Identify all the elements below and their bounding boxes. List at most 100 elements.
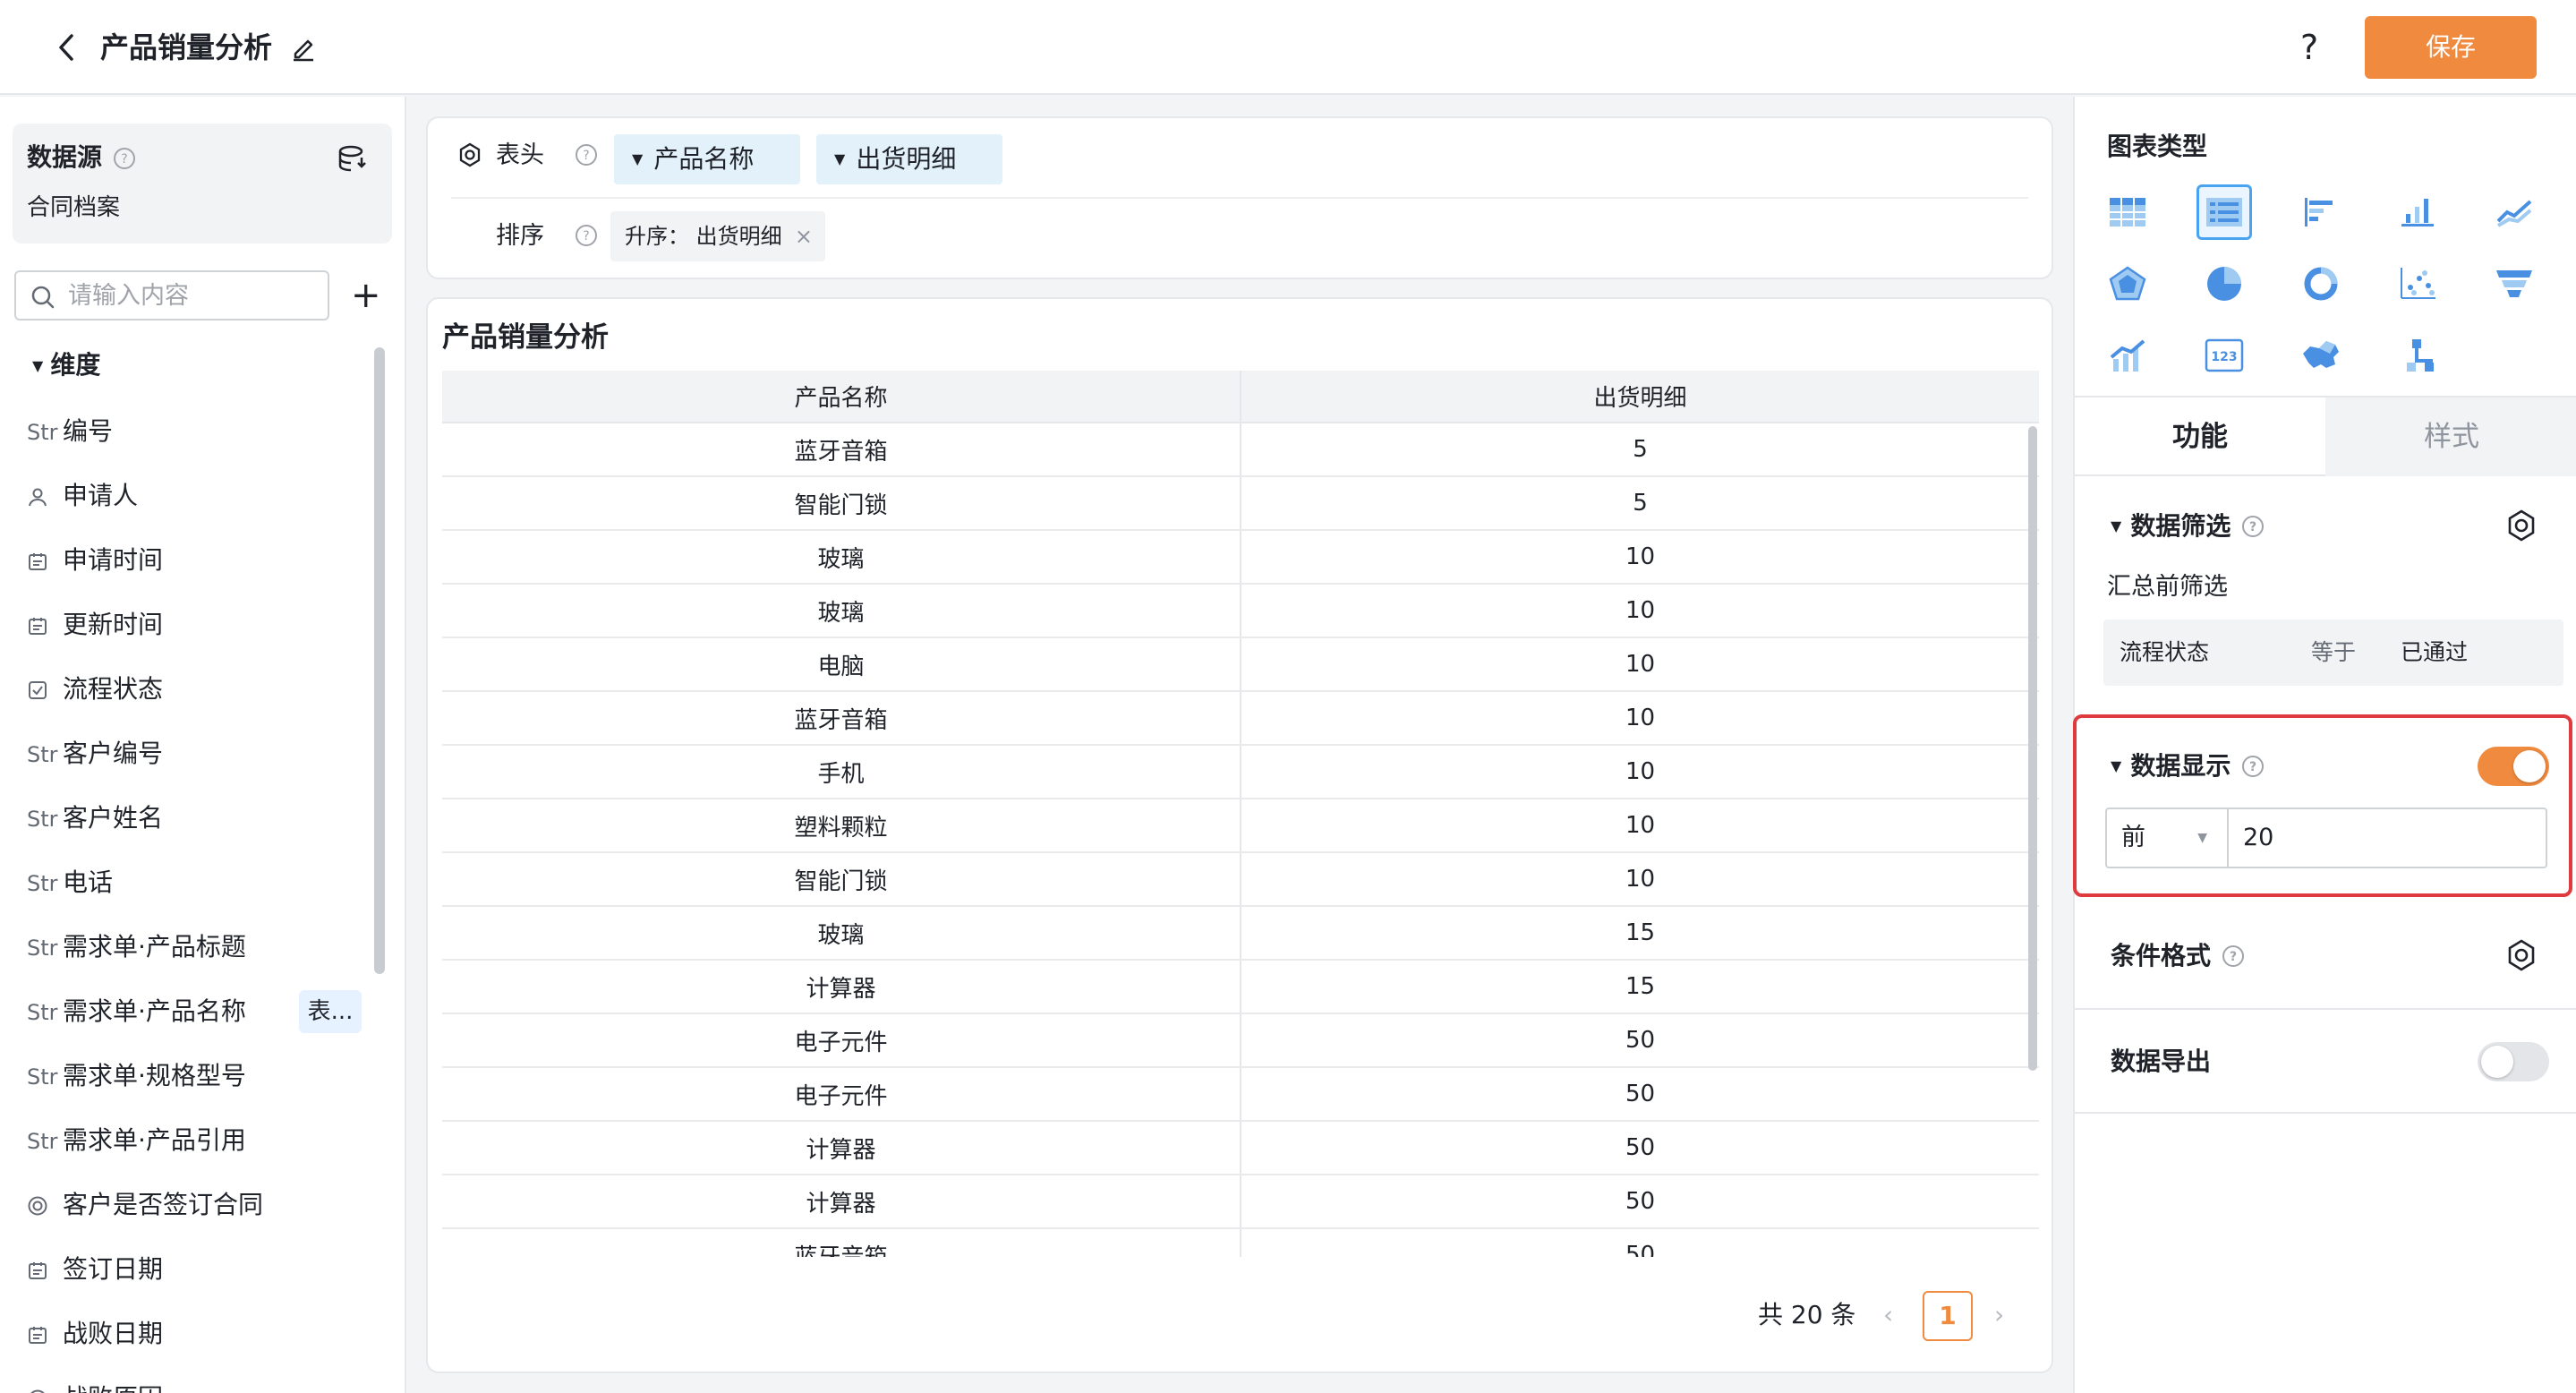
field-label: 需求单·产品引用 [63, 1125, 246, 1155]
calendar-icon [27, 1317, 63, 1353]
field-search-input[interactable]: 请输入内容 [14, 270, 329, 320]
string-type-label: Str [27, 1064, 58, 1090]
field-item[interactable]: 申请时间 [27, 543, 163, 578]
dimension-label: 维度 [50, 350, 101, 380]
field-item[interactable]: Str 客户姓名 [27, 800, 163, 836]
string-type-label: Str [27, 871, 58, 896]
header-field-pill[interactable]: ▼ 出货明细 [816, 134, 1002, 184]
column-header[interactable]: 出货明细 [1240, 371, 2039, 423]
data-filter-title: 数据筛选 [2130, 511, 2231, 541]
tab-function[interactable]: 功能 [2075, 397, 2325, 476]
field-item[interactable]: Str 客户编号 [27, 736, 163, 772]
string-type-label: Str [27, 807, 58, 832]
table-cell: 计算器 [442, 1175, 1241, 1229]
table-scrollbar[interactable] [2028, 426, 2037, 1071]
help-circle-icon[interactable]: ? [575, 143, 598, 170]
field-item[interactable]: 战败原因 [27, 1380, 163, 1393]
database-switch-icon[interactable] [337, 143, 369, 179]
chart-type-bar-vertical-icon[interactable] [2390, 184, 2445, 240]
chart-type-combo-icon[interactable] [2100, 328, 2155, 383]
table-row: 智能门锁 5 [442, 476, 2039, 531]
field-item[interactable]: Str 需求单·规格型号 [27, 1058, 246, 1094]
divider [2075, 1008, 2576, 1010]
svg-text:?: ? [2230, 950, 2237, 964]
table-cell: 10 [1240, 799, 2039, 853]
pager-prev-icon[interactable]: ‹ [1883, 1293, 1893, 1337]
field-item[interactable]: Str 电话 [27, 865, 113, 901]
table-row: 塑料颗粒 10 [442, 799, 2039, 853]
tab-style[interactable]: 样式 [2325, 397, 2576, 476]
toggle-knob [2481, 1046, 2513, 1078]
data-export-title: 数据导出 [2111, 1047, 2212, 1076]
chart-type-scatter-icon[interactable] [2390, 256, 2445, 312]
back-icon[interactable] [50, 27, 82, 68]
chart-type-pie-icon[interactable] [2196, 256, 2252, 312]
conditional-format-section[interactable]: 条件格式? [2111, 938, 2245, 974]
table-cell: 10 [1240, 637, 2039, 692]
header-field-pill[interactable]: ▼ 产品名称 [614, 134, 800, 184]
table-cell: 蓝牙音箱 [442, 691, 1241, 746]
filter-value: 已通过 [2401, 639, 2469, 665]
chart-type-number-card-icon[interactable]: 123 [2196, 328, 2252, 383]
field-item[interactable]: 战败日期 [27, 1316, 163, 1352]
table-row: 计算器 15 [442, 960, 2039, 1014]
field-item[interactable]: 签订日期 [27, 1252, 163, 1287]
field-item[interactable]: Str 需求单·产品标题 [27, 929, 246, 965]
edit-icon[interactable] [288, 32, 319, 63]
radio-icon [27, 1381, 63, 1393]
chart-type-bar-horizontal-icon[interactable] [2293, 184, 2349, 240]
field-item[interactable]: 流程状态 [27, 671, 163, 707]
chart-type-detail-table-icon[interactable] [2196, 184, 2252, 240]
help-circle-icon[interactable]: ? [2241, 515, 2265, 538]
add-field-button[interactable]: + [351, 272, 381, 319]
pager-next-icon[interactable]: › [1994, 1293, 2004, 1337]
field-list-scrollbar[interactable] [374, 347, 385, 974]
display-mode-select[interactable]: 前 ▼ [2107, 809, 2229, 867]
filter-settings-icon[interactable] [2504, 508, 2538, 546]
field-label: 更新时间 [63, 610, 164, 639]
chart-type-radar-icon[interactable] [2100, 256, 2155, 312]
save-button[interactable]: 保存 [2365, 16, 2537, 79]
pager-current-page[interactable]: 1 [1923, 1291, 1973, 1341]
help-circle-icon[interactable]: ? [575, 224, 598, 251]
dimension-header[interactable]: ▼ 维度 [32, 347, 100, 384]
field-label: 战败日期 [63, 1319, 164, 1348]
help-circle-icon[interactable]: ? [2222, 944, 2245, 968]
conditional-format-settings-icon[interactable] [2504, 938, 2538, 976]
field-item[interactable]: 申请人 [27, 478, 138, 514]
field-item[interactable]: 客户是否签订合同 [27, 1187, 263, 1223]
field-label: 流程状态 [63, 674, 164, 704]
string-type-label: Str [27, 420, 58, 445]
data-filter-section[interactable]: ▼ 数据筛选? [2111, 508, 2265, 544]
field-item[interactable]: Str 编号 [27, 414, 113, 449]
field-label: 客户姓名 [63, 803, 164, 833]
close-icon[interactable]: × [795, 211, 813, 261]
display-count-input[interactable]: 20 [2243, 809, 2273, 867]
data-export-toggle[interactable] [2478, 1042, 2549, 1081]
table-cell: 10 [1240, 745, 2039, 799]
help-circle-icon[interactable]: ? [113, 147, 136, 174]
chart-type-table-icon[interactable] [2100, 184, 2155, 240]
string-type-label: Str [27, 1000, 58, 1025]
field-item[interactable]: 更新时间 [27, 607, 163, 643]
data-display-limit-control: 前 ▼ 20 [2105, 808, 2547, 868]
filter-rule-row[interactable]: 流程状态 等于 已通过 [2103, 620, 2563, 686]
sort-tag[interactable]: 升序： 出货明细 × [610, 211, 825, 261]
table-cell: 手机 [442, 745, 1241, 799]
column-header[interactable]: 产品名称 [442, 371, 1241, 423]
chart-type-donut-icon[interactable] [2293, 256, 2349, 312]
chart-type-tree-icon[interactable] [2390, 328, 2445, 383]
table-cell: 玻璃 [442, 584, 1241, 638]
help-icon[interactable]: ? [2300, 25, 2318, 70]
calendar-icon [27, 608, 63, 644]
table-cell: 智能门锁 [442, 476, 1241, 531]
field-item[interactable]: Str 需求单·产品引用 [27, 1123, 246, 1158]
chart-type-funnel-icon[interactable] [2486, 256, 2542, 312]
chart-type-map-icon[interactable] [2293, 328, 2349, 383]
field-label: 客户编号 [63, 739, 164, 768]
search-placeholder: 请输入内容 [68, 282, 189, 310]
table-row: 手机 10 [442, 745, 2039, 799]
datasource-card[interactable]: 数据源 ? 合同档案 [13, 124, 392, 244]
field-item[interactable]: Str 需求单·产品名称 [27, 994, 246, 1030]
chart-type-line-icon[interactable] [2486, 184, 2542, 240]
